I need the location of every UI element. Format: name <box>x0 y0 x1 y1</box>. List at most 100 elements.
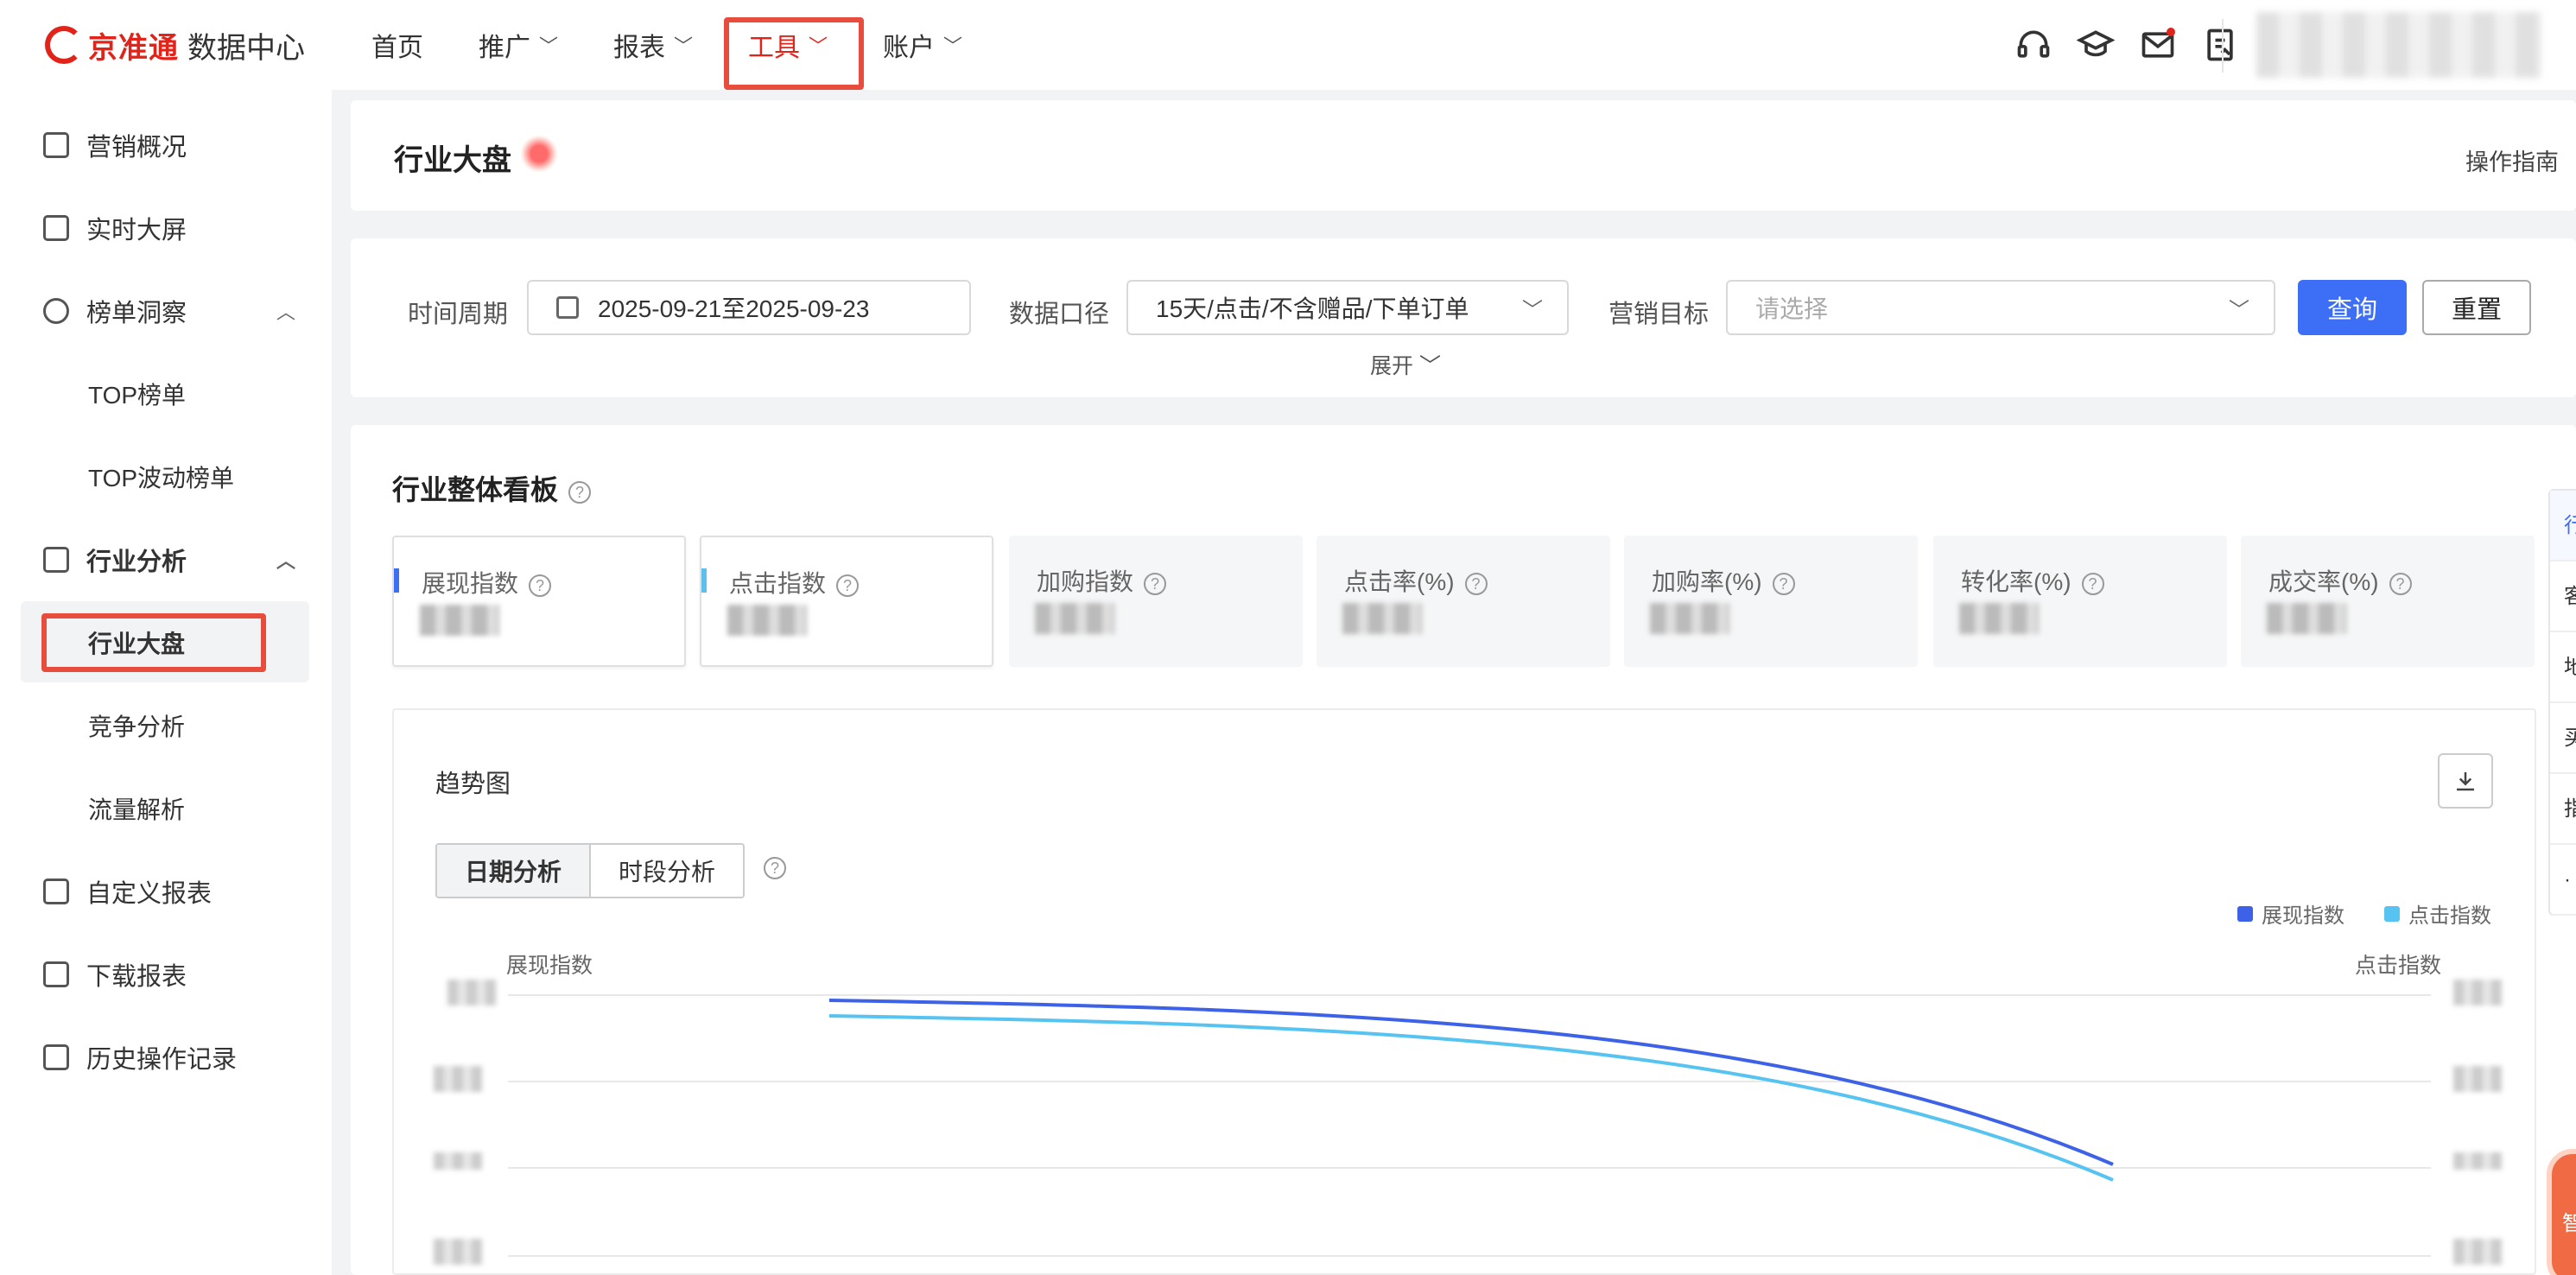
clipboard-icon[interactable] <box>2201 26 2239 64</box>
metric-card-click[interactable]: 点击指数? <box>700 536 993 667</box>
query-button[interactable]: 查询 <box>2298 280 2407 335</box>
metric-value-blurred <box>1650 603 1729 634</box>
brand-name: 京准通 <box>88 31 179 65</box>
section-title-text: 行业整体看板 <box>392 474 559 505</box>
nav-account[interactable]: 账户 ﹀ <box>883 0 962 90</box>
date-range-picker[interactable]: 2025-09-21至2025-09-23 <box>527 280 971 335</box>
sidebar-item-realtime-screen[interactable]: 实时大屏 <box>43 202 187 254</box>
sidebar-item-label: 流量解析 <box>88 796 186 823</box>
right-tab[interactable]: · <box>2550 845 2576 916</box>
lightbulb-icon[interactable] <box>520 135 558 173</box>
goal-select[interactable]: 请选择 ﹀ <box>1726 280 2275 335</box>
brand-sub: 数据中心 <box>187 31 305 65</box>
main-nav: 首页 推广 ﹀ 报表 ﹀ 工具 ﹀ 账户 ﹀ <box>371 0 1018 90</box>
period-label: 时间周期 <box>408 301 509 328</box>
nav-reports-label: 报表 <box>613 34 666 62</box>
top-icons <box>1990 26 2239 64</box>
help-icon[interactable]: ? <box>1464 572 1488 595</box>
scope-select[interactable]: 15天/点击/不含赠品/下单订单 ﹀ <box>1126 280 1569 335</box>
expand-label: 展开 <box>1370 354 1414 378</box>
metric-label-text: 点击率(%) <box>1344 568 1455 595</box>
help-icon[interactable]: ? <box>2081 572 2104 595</box>
sidebar-item-download-report[interactable]: 下载报表 <box>43 948 187 1000</box>
screen-icon <box>43 215 69 241</box>
metric-label: 点击率(%)? <box>1344 563 1488 598</box>
sidebar-item-label: 历史操作记录 <box>86 1046 238 1074</box>
chevron-down-icon: ﹀ <box>539 35 559 57</box>
sidebar-item-industry-analysis[interactable]: 行业分析 ︿ <box>43 534 295 586</box>
filter-bar: 时间周期 2025-09-21至2025-09-23 数据口径 15天/点击/不… <box>351 238 2576 397</box>
sidebar-item-label: 实时大屏 <box>86 217 187 244</box>
graduation-cap-icon[interactable] <box>2076 26 2116 64</box>
metric-card-ctr[interactable]: 点击率(%)? <box>1317 536 1610 667</box>
sidebar-item-rank-insight[interactable]: 榜单洞察 ︿ <box>43 285 295 337</box>
help-icon[interactable]: ? <box>529 574 552 597</box>
sidebar-item-custom-report[interactable]: 自定义报表 <box>43 866 212 917</box>
headset-icon[interactable] <box>2014 26 2053 64</box>
chevron-down-icon: ﹀ <box>943 35 963 57</box>
metric-card-deal-rate[interactable]: 成交率(%)? <box>2241 536 2535 667</box>
highlight-box-tools <box>724 17 864 90</box>
metric-label-text: 加购指数 <box>1037 568 1134 595</box>
sidebar-item-label: 榜单洞察 <box>86 300 187 327</box>
sidebar-item-traffic[interactable]: 流量解析 <box>88 783 185 834</box>
calendar-icon <box>556 296 579 319</box>
sidebar-item-top-volatility[interactable]: TOP波动榜单 <box>88 451 234 503</box>
metric-card-addcart[interactable]: 加购指数? <box>1009 536 1303 667</box>
metric-label: 成交率(%)? <box>2268 563 2412 598</box>
right-tab[interactable]: 指 <box>2550 774 2576 845</box>
assistant-float-button[interactable]: 智 <box>2547 1149 2576 1275</box>
metric-label: 加购指数? <box>1037 563 1167 598</box>
metric-card-conversion-rate[interactable]: 转化率(%)? <box>1933 536 2227 667</box>
metric-label: 加购率(%)? <box>1652 563 1795 598</box>
monitor-icon <box>43 132 69 158</box>
guide-link[interactable]: 操作指南 <box>2465 143 2559 177</box>
bar-chart-icon <box>43 547 69 573</box>
divider <box>2222 19 2224 73</box>
nav-reports[interactable]: 报表 ﹀ <box>613 0 693 90</box>
metric-card-addcart-rate[interactable]: 加购率(%)? <box>1624 536 1918 667</box>
sidebar-item-label: TOP波动榜单 <box>88 465 235 492</box>
metric-color-bar <box>701 568 707 593</box>
reset-button[interactable]: 重置 <box>2422 280 2531 335</box>
help-icon[interactable]: ? <box>2389 572 2412 595</box>
metric-label-text: 点击指数 <box>729 570 827 597</box>
industry-board: 行业整体看板? 展现指数? 点击指数? 加购指数? 点击率(%)? 加购率(%)… <box>351 425 2576 1275</box>
trend-chart <box>508 994 2431 1257</box>
metric-value-blurred <box>420 605 499 636</box>
metric-label: 点击指数? <box>729 565 860 599</box>
help-icon[interactable]: ? <box>1144 572 1167 595</box>
help-icon[interactable]: ? <box>1772 572 1795 595</box>
help-icon[interactable]: ? <box>568 480 592 504</box>
sidebar-item-marketing-overview[interactable]: 营销概况 <box>43 119 187 171</box>
right-tab[interactable]: 客 <box>2550 561 2576 632</box>
notification-dot <box>2167 28 2175 36</box>
mail-icon[interactable] <box>2139 26 2177 64</box>
sidebar-item-competition[interactable]: 竞争分析 <box>88 700 185 752</box>
right-tab[interactable]: 行 <box>2550 491 2576 561</box>
page-title: 行业大盘 <box>394 144 511 177</box>
chevron-down-icon: ﹀ <box>1522 298 1543 322</box>
user-info-blurred[interactable] <box>2256 12 2541 78</box>
metric-card-impression[interactable]: 展现指数? <box>392 536 686 667</box>
metric-value-blurred <box>1035 603 1114 634</box>
nav-promote[interactable]: 推广 ﹀ <box>479 0 558 90</box>
sidebar-item-history[interactable]: 历史操作记录 <box>43 1031 237 1083</box>
sidebar-item-top-list[interactable]: TOP榜单 <box>88 368 186 420</box>
goal-placeholder: 请选择 <box>1755 295 1829 322</box>
right-tab[interactable]: 地 <box>2550 632 2576 703</box>
sidebar-item-label: TOP榜单 <box>88 382 187 409</box>
right-tab[interactable]: 买 <box>2550 703 2576 774</box>
logo[interactable]: 京准通 数据中心 <box>45 21 305 69</box>
trend-chart-panel: 趋势图 日期分析 时段分析 ? 展现指数 点击指数 展现指数 点击指数 <box>392 708 2536 1275</box>
help-icon[interactable]: ? <box>836 574 860 597</box>
chevron-down-icon: ﹀ <box>1418 354 1441 378</box>
metric-color-bar <box>394 568 399 593</box>
scope-label: 数据口径 <box>1009 301 1110 328</box>
sidebar-item-label: 行业分析 <box>86 549 187 576</box>
sidebar: 营销概况 实时大屏 榜单洞察 ︿ TOP榜单 TOP波动榜单 行业分析 ︿ 行业大盘… <box>0 90 332 1275</box>
expand-toggle[interactable]: 展开 ﹀ <box>1370 349 1441 380</box>
nav-account-label: 账户 <box>883 34 936 62</box>
sidebar-item-label: 下载报表 <box>86 963 187 991</box>
nav-home[interactable]: 首页 <box>371 0 423 90</box>
